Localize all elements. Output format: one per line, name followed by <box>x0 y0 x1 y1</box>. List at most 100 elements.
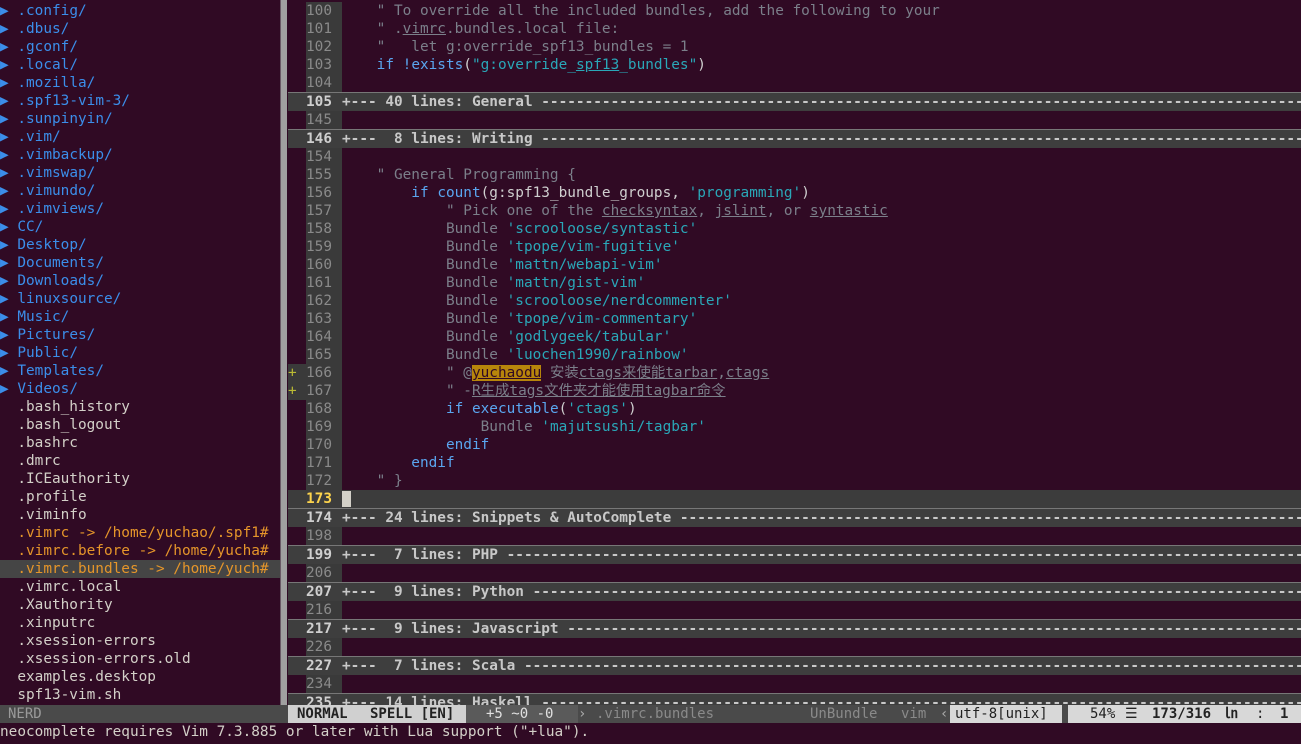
tree-dir-item[interactable]: ▶ .local/ <box>0 56 280 74</box>
tree-symlink-item[interactable]: .vimrc.before -> /home/yucha# <box>0 542 280 560</box>
tree-file-item[interactable]: .profile <box>0 488 280 506</box>
tree-file-item[interactable]: .bash_history <box>0 398 280 416</box>
tree-dir-item[interactable]: ▶ .vim/ <box>0 128 280 146</box>
code-line[interactable]: 164 Bundle 'godlygeek/tabular' <box>288 328 1301 346</box>
tree-file-item[interactable]: .xsession-errors.old <box>0 650 280 668</box>
code-line[interactable]: 234 <box>288 675 1301 693</box>
code-token: ) <box>627 401 637 417</box>
fold-line[interactable]: 146 +--- 8 lines: Writing ---------------… <box>288 129 1301 148</box>
tree-dir-item[interactable]: ▶ Desktop/ <box>0 236 280 254</box>
code-token: +--- 9 lines: Javascript ---------------… <box>342 621 1301 637</box>
code-line[interactable]: 206 <box>288 564 1301 582</box>
code-line[interactable]: 163 Bundle 'tpope/vim-commentary' <box>288 310 1301 328</box>
tree-dir-item[interactable]: ▶ .vimundo/ <box>0 182 280 200</box>
fold-line[interactable]: 227 +--- 7 lines: Scala -----------------… <box>288 656 1301 675</box>
tree-dir-item[interactable]: ▶ linuxsource/ <box>0 290 280 308</box>
tree-dir-item[interactable]: ▶ .vimviews/ <box>0 200 280 218</box>
tree-dir-item[interactable]: ▶ Public/ <box>0 344 280 362</box>
code-token: +--- 40 lines: General -----------------… <box>342 94 1301 110</box>
tree-item-label: .vimviews/ <box>17 201 104 217</box>
tree-file-item[interactable]: .vimrc.local <box>0 578 280 596</box>
code-line[interactable]: 158 Bundle 'scrooloose/syntastic' <box>288 220 1301 238</box>
code-token: endif <box>342 437 490 453</box>
cursor-column: 1 <box>1280 706 1289 722</box>
code-line[interactable]: 145 <box>288 111 1301 129</box>
tree-symlink-item[interactable]: .vimrc.bundles -> /home/yuch# <box>0 560 280 578</box>
tree-file-item[interactable]: examples.desktop <box>0 668 280 686</box>
code-line[interactable]: 154 <box>288 148 1301 166</box>
code-line[interactable]: 171 endif <box>288 454 1301 472</box>
code-line[interactable]: 156 if count(g:spf13_bundle_groups, 'pro… <box>288 184 1301 202</box>
code-line[interactable]: 226 <box>288 638 1301 656</box>
tree-dir-item[interactable]: ▶ .dbus/ <box>0 20 280 38</box>
tree-file-item[interactable]: .Xauthority <box>0 596 280 614</box>
code-line[interactable]: 198 <box>288 527 1301 545</box>
tree-dir-item[interactable]: ▶ .spf13-vim-3/ <box>0 92 280 110</box>
tree-dir-item[interactable]: ▶ Music/ <box>0 308 280 326</box>
code-line[interactable]: 100 " To override all the included bundl… <box>288 2 1301 20</box>
tree-file-item[interactable]: .bashrc <box>0 434 280 452</box>
tree-dir-item[interactable]: ▶ .gconf/ <box>0 38 280 56</box>
tree-item-label: Public/ <box>17 345 78 361</box>
editor-pane[interactable]: 100 " To override all the included bundl… <box>288 2 1301 712</box>
tree-file-item[interactable]: .bash_logout <box>0 416 280 434</box>
code-line[interactable]: 162 Bundle 'scrooloose/nerdcommenter' <box>288 292 1301 310</box>
tree-file-item[interactable]: spf13-vim.sh <box>0 686 280 704</box>
code-token: " Pick one of the <box>342 203 602 219</box>
code-line[interactable]: 101 " .vimrc.bundles.local file: <box>288 20 1301 38</box>
tree-item-label: .vimrc.bundles -> /home/yuch# <box>17 561 269 577</box>
fold-line[interactable]: 174 +--- 24 lines: Snippets & AutoComplet… <box>288 508 1301 527</box>
tree-dir-item[interactable]: ▶ .config/ <box>0 2 280 20</box>
line-number: 227 <box>306 657 342 675</box>
code-line[interactable]: 103 if !exists("g:override_spf13_bundles… <box>288 56 1301 74</box>
tree-dir-item[interactable]: ▶ CC/ <box>0 218 280 236</box>
code-line[interactable]: +166 " @yuchaodu 安装ctags来使能tarbar,ctags <box>288 364 1301 382</box>
code-line[interactable]: 173 <box>288 490 1301 508</box>
code-token: ctags <box>725 365 770 381</box>
file-name: .vimrc.bundles <box>596 706 715 722</box>
tree-dir-item[interactable]: ▶ .vimbackup/ <box>0 146 280 164</box>
tree-dir-item[interactable]: ▶ Videos/ <box>0 380 280 398</box>
fold-line[interactable]: 207 +--- 9 lines: Python ----------------… <box>288 582 1301 601</box>
code-line[interactable]: 157 " Pick one of the checksyntax, jslin… <box>288 202 1301 220</box>
code-line[interactable]: +167 " -R生成tags文件夹才能使用tagbar命令 <box>288 382 1301 400</box>
tree-file-item[interactable]: .viminfo <box>0 506 280 524</box>
code-line[interactable]: 169 Bundle 'majutsushi/tagbar' <box>288 418 1301 436</box>
code-token: +--- 7 lines: Scala --------------------… <box>342 658 1301 674</box>
code-line[interactable]: 104 <box>288 74 1301 92</box>
tree-dir-item[interactable]: ▶ .vimswap/ <box>0 164 280 182</box>
code-line[interactable]: 172 " } <box>288 472 1301 490</box>
tree-dir-item[interactable]: ▶ Documents/ <box>0 254 280 272</box>
code-token: Bundle <box>342 239 507 255</box>
tree-file-item[interactable]: .dmrc <box>0 452 280 470</box>
code-line[interactable]: 170 endif <box>288 436 1301 454</box>
line-number: 100 <box>306 2 342 20</box>
line-content: endif <box>342 436 489 454</box>
tree-item-label: .vimbackup/ <box>17 147 113 163</box>
tree-dir-item[interactable]: ▶ .mozilla/ <box>0 74 280 92</box>
line-number-icon: ㏑ <box>1224 706 1238 722</box>
tree-file-item[interactable]: .ICEauthority <box>0 470 280 488</box>
tree-symlink-item[interactable]: .vimrc -> /home/yuchao/.spf1# <box>0 524 280 542</box>
code-line[interactable]: 168 if executable('ctags') <box>288 400 1301 418</box>
tree-dir-item[interactable]: ▶ Downloads/ <box>0 272 280 290</box>
code-line[interactable]: 102 " let g:override_spf13_bundles = 1 <box>288 38 1301 56</box>
tree-dir-item[interactable]: ▶ Pictures/ <box>0 326 280 344</box>
code-line[interactable]: 160 Bundle 'mattn/webapi-vim' <box>288 256 1301 274</box>
code-token: executable <box>471 401 559 417</box>
line-number: 101 <box>306 20 342 38</box>
fold-line[interactable]: 217 +--- 9 lines: Javascript ------------… <box>288 619 1301 638</box>
code-line[interactable]: 165 Bundle 'luochen1990/rainbow' <box>288 346 1301 364</box>
tree-item-label: CC/ <box>17 219 44 235</box>
code-token: 'mattn/gist-vim' <box>506 275 646 291</box>
code-line[interactable]: 155 " General Programming { <box>288 166 1301 184</box>
tree-file-item[interactable]: .xsession-errors <box>0 632 280 650</box>
code-line[interactable]: 216 <box>288 601 1301 619</box>
fold-line[interactable]: 105 +--- 40 lines: General --------------… <box>288 92 1301 111</box>
fold-line[interactable]: 199 +--- 7 lines: PHP -------------------… <box>288 545 1301 564</box>
code-line[interactable]: 161 Bundle 'mattn/gist-vim' <box>288 274 1301 292</box>
code-line[interactable]: 159 Bundle 'tpope/vim-fugitive' <box>288 238 1301 256</box>
tree-dir-item[interactable]: ▶ .sunpinyin/ <box>0 110 280 128</box>
tree-file-item[interactable]: .xinputrc <box>0 614 280 632</box>
tree-dir-item[interactable]: ▶ Templates/ <box>0 362 280 380</box>
